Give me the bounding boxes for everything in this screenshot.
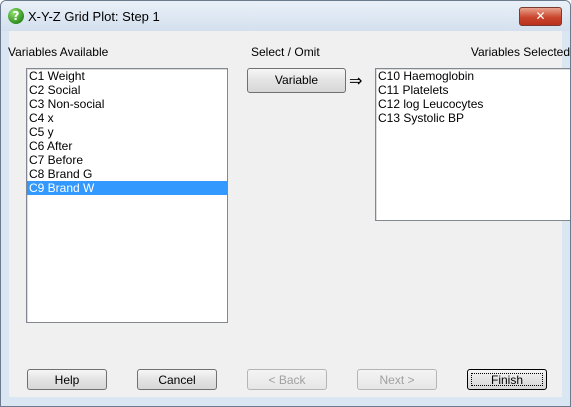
variables-selected-list[interactable]: C10 Haemoglobin C11 Platelets C12 log Leuc… [375,68,570,221]
selected-list-item[interactable]: C12 log Leucocytes [376,97,570,111]
cancel-button[interactable]: Cancel [137,369,217,390]
variable-button-label: Variable [274,73,319,87]
available-list-item[interactable]: C1 Weight [27,69,227,83]
help-button-label: Help [54,373,80,387]
available-list-item[interactable]: C3 Non-social [27,97,227,111]
available-list-item[interactable]: C6 After [27,139,227,153]
available-list-item[interactable]: C2 Social [27,83,227,97]
close-button[interactable]: ✕ [519,7,562,26]
back-button-label: < Back [268,373,306,387]
selected-list-item[interactable]: C13 Systolic BP [376,111,570,125]
selected-list-item[interactable]: C11 Platelets [376,83,570,97]
available-list-item[interactable]: C7 Before [27,153,227,167]
transfer-arrow-icon: ⇒ [349,71,363,90]
back-button[interactable]: < Back [247,369,327,390]
next-button[interactable]: Next > [357,369,437,390]
variable-transfer-button[interactable]: Variable [247,68,346,93]
help-button[interactable]: Help [27,369,107,390]
title-bar[interactable]: ? X-Y-Z Grid Plot: Step 1 ✕ [1,1,570,31]
cancel-button-label: Cancel [158,373,196,387]
available-list-item[interactable]: C5 y [27,125,227,139]
finish-focus-rect: Finish [471,373,543,387]
available-list-item[interactable]: C8 Brand G [27,167,227,181]
variables-available-list[interactable]: C1 Weight C2 Social C3 Non-social C4 x C5 yC… [26,68,228,323]
app-help-icon: ? [8,8,24,24]
window-title: X-Y-Z Grid Plot: Step 1 [28,9,160,24]
dialog-window: ? X-Y-Z Grid Plot: Step 1 ✕ Variables Av… [0,0,571,407]
selected-list-item[interactable]: C10 Haemoglobin [376,69,570,83]
finish-button[interactable]: Finish [467,369,547,390]
dialog-body: Variables Available Select / Omit Variab… [8,31,570,397]
select-omit-label: Select / Omit [251,45,320,59]
finish-button-label: Finish [490,373,523,387]
selected-label: Variables Selected [470,45,570,59]
available-list-item[interactable]: C9 Brand W [27,181,227,195]
available-list-item[interactable]: C4 x [27,111,227,125]
available-label: Variables Available [8,45,109,59]
next-button-label: Next > [379,373,415,387]
